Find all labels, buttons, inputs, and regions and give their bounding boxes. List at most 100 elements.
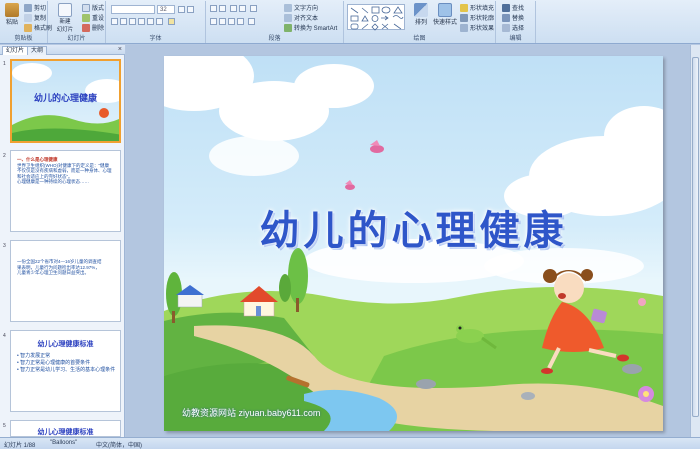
shapes-gallery-icons [350,6,404,31]
scissors-icon [24,3,32,12]
theme-status: "Balloons" [50,440,78,446]
slide-index-status: 幻灯片 1/88 [4,443,36,449]
align-left-icon[interactable] [210,18,217,25]
bold-icon[interactable] [111,18,118,25]
line-spacing-icon[interactable] [250,5,257,12]
reset-button[interactable]: 重设 [82,13,104,22]
replace-icon [502,13,510,22]
vertical-scrollbar[interactable] [690,45,700,437]
close-icon[interactable]: × [118,46,122,53]
new-slide-button[interactable]: 新建 幻灯片 [52,3,78,33]
smartart-icon [284,23,292,32]
paragraph-group-label: 段落 [268,36,281,42]
tab-outline[interactable]: 大纲 [27,46,48,55]
font-group: 32 字体 [106,1,206,43]
italic-icon[interactable] [120,18,127,25]
increase-indent-icon[interactable] [239,5,246,12]
cursor-icon [502,23,510,32]
align-text-icon [284,13,292,22]
shape-effects-button[interactable]: 形状效果 [460,23,494,32]
columns-icon[interactable] [248,18,255,25]
copy-icon [24,13,32,22]
find-button[interactable]: 查找 [502,3,524,12]
slide-title[interactable]: 幼儿的心理健康 [164,198,663,256]
slide-thumbnail-5[interactable]: 幼儿心理健康标准 [10,420,121,437]
editing-group-label: 编辑 [509,36,522,42]
brush-icon [24,23,32,32]
layout-button[interactable]: 版式 [82,3,104,12]
pane-tabs: 幻灯片 大纲 × [0,45,125,55]
text-direction-button[interactable]: 文字方向 [284,3,318,12]
shadow-icon[interactable] [147,18,154,25]
thumbnail-text: 一、什么是心理健康 世界卫生组织(WHO)对健康下的定义是：“健康 不仅仅是没有… [17,157,112,185]
paint-bucket-icon [460,3,468,12]
bullets-icon[interactable] [210,5,217,12]
slide-edit-area: 幼儿的心理健康 幼教资源网站 ziyuan.baby611.com [126,45,700,437]
shape-fill-button[interactable]: 形状填充 [460,3,494,12]
powerpoint-window: 粘贴 剪切 复制 格式刷 剪贴板 新建 幻灯片 版式 重设 删除 幻灯片 32 [0,0,700,449]
drawing-group-label: 绘图 [413,36,426,42]
arrange-button[interactable]: 排列 [410,3,432,26]
strikethrough-icon[interactable] [138,18,145,25]
slides-group: 新建 幻灯片 版式 重设 删除 幻灯片 [48,1,106,43]
clipboard-group-label: 剪贴板 [14,36,33,42]
smartart-button[interactable]: 转换为 SmartArt [284,23,337,32]
bird-shapes [345,140,384,190]
thumbnail-title: 幼儿心理健康标准 [37,341,94,348]
numbering-icon[interactable] [219,5,226,12]
shape-effects-icon [460,23,468,32]
thumbnail-number: 5 [3,423,6,429]
thumbnail-number: 1 [3,61,6,67]
thumbnail-text: • 智力发展正常 • 智力正常是心理健康的首要条件 • 智力正常是幼儿学习、生活… [17,353,116,373]
reset-icon [82,13,90,22]
shape-outline-button[interactable]: 形状轮廓 [460,13,494,22]
thumbnail-title: 幼儿的心理健康 [33,93,97,103]
new-slide-icon [58,3,72,17]
paste-icon [5,3,19,17]
binoculars-icon [502,3,510,12]
status-bar: 幻灯片 1/88 "Balloons" 中文(简体，中国) [0,437,700,449]
ribbon: 粘贴 剪切 复制 格式刷 剪贴板 新建 幻灯片 版式 重设 删除 幻灯片 32 [0,0,700,44]
underline-icon[interactable] [129,18,136,25]
paste-button[interactable]: 粘贴 [1,3,23,26]
slide-thumbnail-4[interactable]: 幼儿心理健康标准 • 智力发展正常 • 智力正常是心理健康的首要条件 • 智力正… [10,330,121,412]
grow-font-icon[interactable] [178,6,185,13]
align-text-button[interactable]: 对齐文本 [284,13,318,22]
delete-button[interactable]: 删除 [82,23,104,32]
layout-icon [82,3,90,12]
paragraph-group: 文字方向 对齐文本 转换为 SmartArt 段落 [206,1,344,43]
font-size-combo[interactable]: 32 [157,5,175,14]
editing-group: 查找 替换 选择 编辑 [496,1,536,43]
font-name-combo[interactable] [111,5,155,14]
slides-pane: 幻灯片 大纲 × 1 幼儿的心理健康 2 一、什么是心理健康 世界卫生组织(WH… [0,45,125,437]
thumbnail-text: 一份全国22个省市对4—16岁儿童的调查结 果表明，儿童行为问题检出率达12.9… [17,259,102,276]
pencil-icon [460,13,468,22]
scrollbar-thumb[interactable] [692,57,699,417]
slide-thumbnail-1[interactable]: 幼儿的心理健康 [10,59,121,143]
font-color-icon[interactable] [168,18,175,25]
justify-icon[interactable] [237,18,244,25]
slide-canvas[interactable]: 幼儿的心理健康 幼教资源网站 ziyuan.baby611.com [164,56,663,431]
tab-slides[interactable]: 幻灯片 [2,46,29,55]
thumbnail-number: 3 [3,243,6,249]
align-right-icon[interactable] [228,18,235,25]
shapes-gallery[interactable] [347,4,405,31]
copy-button[interactable]: 复制 [24,13,46,22]
arrange-icon [414,3,428,17]
quick-styles-button[interactable]: 快速样式 [432,3,458,26]
drawing-group: 排列 快速样式 形状填充 形状轮廓 形状效果 绘图 [344,1,496,43]
shrink-font-icon[interactable] [187,6,194,13]
language-status: 中文(简体，中国) [96,443,142,449]
slide-thumbnail-3[interactable]: 一份全国22个省市对4—16岁儿童的调查结 果表明，儿童行为问题检出率达12.9… [10,240,121,322]
replace-button[interactable]: 替换 [502,13,524,22]
decrease-indent-icon[interactable] [230,5,237,12]
thumbnail-title: 幼儿心理健康标准 [37,429,94,436]
slide-thumbnail-2[interactable]: 一、什么是心理健康 世界卫生组织(WHO)对健康下的定义是：“健康 不仅仅是没有… [10,150,121,232]
align-center-icon[interactable] [219,18,226,25]
clipboard-group: 粘贴 剪切 复制 格式刷 剪贴板 [0,1,52,43]
font-group-label: 字体 [149,36,162,42]
select-button[interactable]: 选择 [502,23,524,32]
cut-button[interactable]: 剪切 [24,3,46,12]
slides-group-label: 幻灯片 [67,36,86,42]
char-spacing-icon[interactable] [156,18,163,25]
